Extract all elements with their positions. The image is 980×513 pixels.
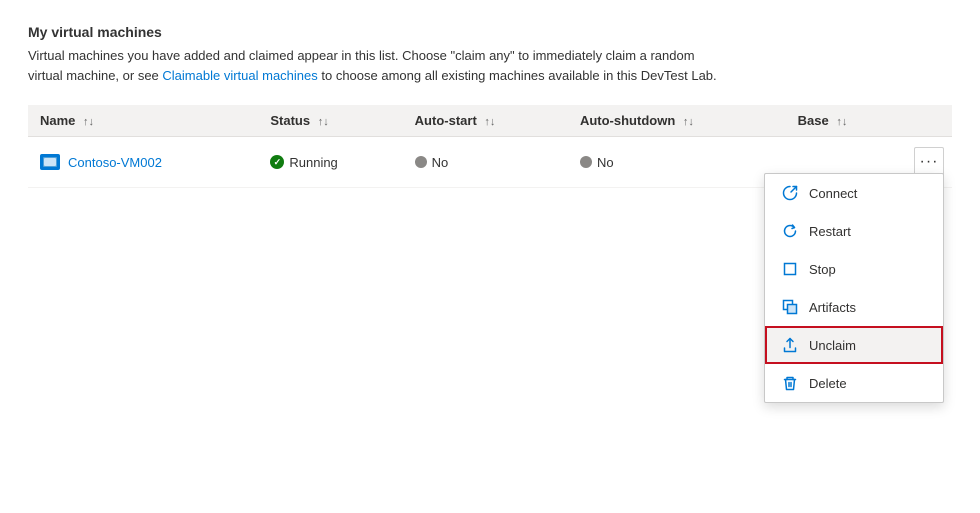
- vm-autostart-cell: No: [403, 137, 568, 188]
- menu-item-stop[interactable]: Stop: [765, 250, 943, 288]
- artifacts-label: Artifacts: [809, 300, 856, 315]
- page-title: My virtual machines: [28, 24, 952, 40]
- description-text-2: to choose among all existing machines av…: [318, 68, 717, 83]
- autoshutdown-dot: [580, 156, 592, 168]
- autostart-value: No: [415, 155, 556, 170]
- status-dot-green: [270, 155, 284, 169]
- col-autoshutdown[interactable]: Auto-shutdown ↑↓: [568, 105, 786, 137]
- status-text: Running: [289, 155, 337, 170]
- sort-icon-status: ↑↓: [318, 116, 329, 128]
- vm-icon: [40, 154, 60, 170]
- vm-table: Name ↑↓ Status ↑↓ Auto-start ↑↓ Auto-shu…: [28, 105, 952, 188]
- restart-icon: [781, 222, 799, 240]
- autoshutdown-value: No: [580, 155, 774, 170]
- menu-item-delete[interactable]: Delete: [765, 364, 943, 402]
- autoshutdown-text: No: [597, 155, 614, 170]
- sort-icon-autostart: ↑↓: [484, 116, 495, 128]
- vm-name-cell: Contoso-VM002: [28, 137, 258, 188]
- unclaim-label: Unclaim: [809, 338, 856, 353]
- menu-item-artifacts[interactable]: Artifacts: [765, 288, 943, 326]
- autostart-dot: [415, 156, 427, 168]
- artifacts-icon: [781, 298, 799, 316]
- col-name[interactable]: Name ↑↓: [28, 105, 258, 137]
- menu-item-unclaim[interactable]: Unclaim: [765, 326, 943, 364]
- col-base[interactable]: Base ↑↓: [786, 105, 902, 137]
- menu-item-connect[interactable]: Connect: [765, 174, 943, 212]
- context-menu: Connect Restart: [764, 173, 944, 403]
- vm-status-cell: Running: [258, 137, 402, 188]
- vm-table-container: Name ↑↓ Status ↑↓ Auto-start ↑↓ Auto-shu…: [28, 105, 952, 188]
- sort-icon-name: ↑↓: [83, 116, 94, 128]
- menu-item-restart[interactable]: Restart: [765, 212, 943, 250]
- vm-name-link[interactable]: Contoso-VM002: [40, 154, 246, 170]
- stop-label: Stop: [809, 262, 836, 277]
- col-actions: [902, 105, 952, 137]
- page-description: Virtual machines you have added and clai…: [28, 46, 728, 85]
- vm-name-text: Contoso-VM002: [68, 155, 162, 170]
- vm-actions-cell: ··· Connect: [902, 137, 952, 188]
- sort-icon-base: ↑↓: [836, 116, 847, 128]
- sort-icon-autoshutdown: ↑↓: [683, 116, 694, 128]
- restart-label: Restart: [809, 224, 851, 239]
- delete-label: Delete: [809, 376, 847, 391]
- unclaim-icon: [781, 336, 799, 354]
- delete-icon: [781, 374, 799, 392]
- stop-icon: [781, 260, 799, 278]
- vm-icon-screen: [44, 158, 56, 166]
- col-status[interactable]: Status ↑↓: [258, 105, 402, 137]
- col-autostart[interactable]: Auto-start ↑↓: [403, 105, 568, 137]
- autostart-text: No: [432, 155, 449, 170]
- claimable-vms-link[interactable]: Claimable virtual machines: [162, 68, 317, 83]
- vm-icon-inner: [43, 157, 57, 167]
- table-row: Contoso-VM002 Running No: [28, 137, 952, 188]
- connect-icon: [781, 184, 799, 202]
- connect-label: Connect: [809, 186, 857, 201]
- vm-autoshutdown-cell: No: [568, 137, 786, 188]
- status-running: Running: [270, 155, 390, 170]
- table-header-row: Name ↑↓ Status ↑↓ Auto-start ↑↓ Auto-shu…: [28, 105, 952, 137]
